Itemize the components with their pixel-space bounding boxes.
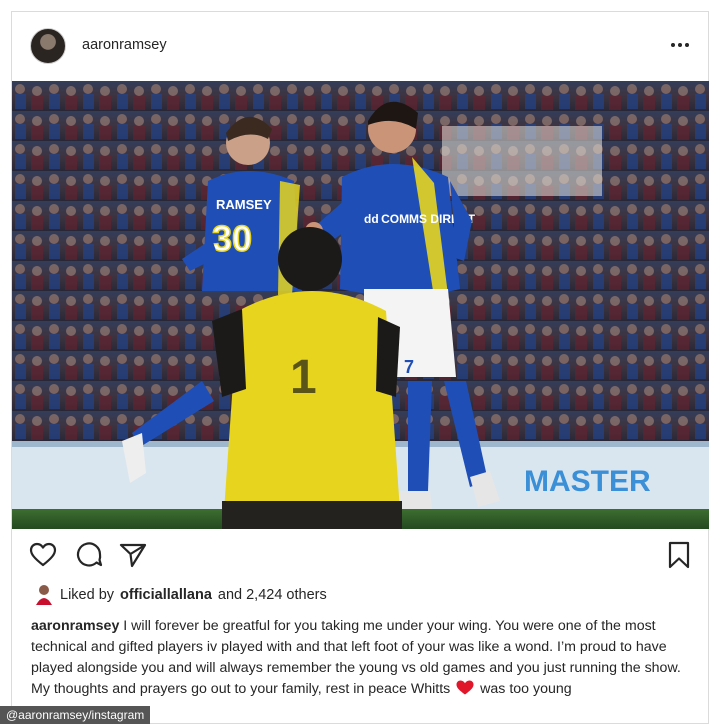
- post-photo[interactable]: MASTER RAMSEY 30 dd COMMS DIRECT 7 1: [12, 81, 709, 529]
- more-options-icon[interactable]: [670, 38, 690, 52]
- liker-username[interactable]: officiallallana: [120, 587, 212, 603]
- shorts-number: 7: [404, 357, 414, 377]
- liker-avatar-icon[interactable]: [34, 584, 54, 606]
- likes-count[interactable]: and 2,424 others: [218, 587, 327, 603]
- hoarding-text: MASTER: [524, 465, 651, 498]
- profile-avatar[interactable]: [30, 28, 66, 64]
- red-heart-emoji-icon: [456, 680, 474, 695]
- ramsey-shirt-name: RAMSEY: [216, 197, 272, 212]
- photo-credit: @aaronramsey/instagram: [0, 706, 151, 724]
- send-icon[interactable]: [118, 540, 148, 570]
- caption-text: I will forever be greatful for you takin…: [31, 618, 681, 697]
- instagram-post: aaronramsey MASTER RAMSEY 30 dd COMMS DI…: [11, 11, 709, 724]
- post-actions: [12, 540, 708, 574]
- post-caption: aaronramsey I will forever be greatful f…: [31, 616, 699, 700]
- likes-line: Liked by officiallallana and 2,424 other…: [34, 582, 327, 608]
- post-username[interactable]: aaronramsey: [82, 37, 167, 53]
- post-header: aaronramsey: [12, 12, 708, 80]
- caption-text-end: was too young: [480, 681, 572, 697]
- ramsey-shirt-number: 30: [212, 218, 252, 259]
- likes-prefix: Liked by: [60, 587, 115, 603]
- caption-username[interactable]: aaronramsey: [31, 618, 119, 634]
- goalkeeper-shirt-number: 1: [290, 351, 317, 404]
- heart-icon[interactable]: [28, 540, 58, 570]
- comment-icon[interactable]: [74, 540, 104, 570]
- bookmark-icon[interactable]: [664, 540, 694, 570]
